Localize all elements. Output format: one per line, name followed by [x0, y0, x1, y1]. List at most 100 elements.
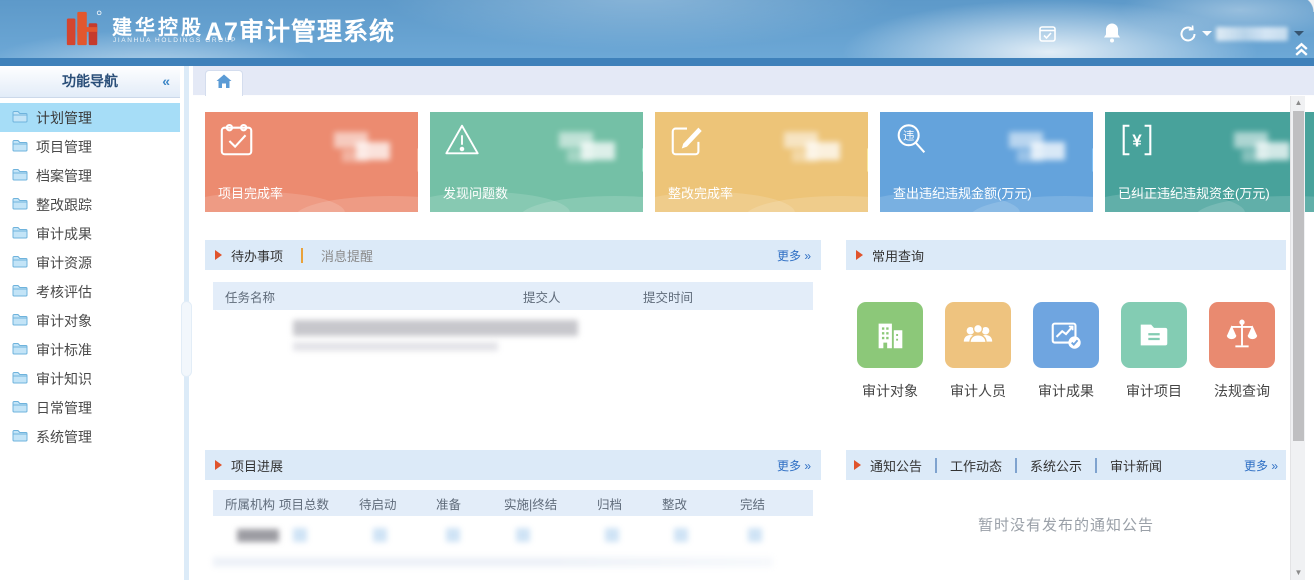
folder-icon: [12, 197, 28, 213]
panel-quick-query: 常用查询 审计对象: [846, 240, 1286, 440]
scroll-down-arrow[interactable]: ▼: [1291, 566, 1306, 580]
folder-icon: [12, 429, 28, 445]
brand-name: 建华控股: [112, 11, 204, 40]
scrollbar-thumb[interactable]: [1293, 111, 1304, 441]
column-submitter: 提交人: [523, 287, 643, 306]
tab-message-alerts[interactable]: 消息提醒: [321, 246, 373, 265]
todo-more-link[interactable]: 更多 »: [777, 247, 811, 264]
redacted-count: [373, 528, 387, 542]
folder-icon: [12, 284, 28, 300]
panel-arrow-icon: [856, 250, 863, 260]
progress-table-header: 所属机构 项目总数 待启动 准备 实施|终结 归档 整改 完结: [213, 490, 813, 516]
folder-icon: [12, 371, 28, 387]
quick-item-audit-objects[interactable]: 审计对象: [857, 302, 923, 401]
page-title: A7审计管理系统: [205, 12, 395, 48]
progress-panel-title: 项目进展: [231, 456, 283, 475]
folder-icon: [12, 168, 28, 184]
table-row[interactable]: [293, 320, 813, 351]
redacted-task-detail: [293, 342, 498, 351]
panel-todo: 待办事项 消息提醒 更多 » 任务名称 提交人 提交时间: [205, 240, 821, 440]
redacted-value: [1234, 128, 1292, 168]
redacted-org: [237, 529, 279, 542]
sidebar-item-label: 计划管理: [36, 108, 92, 128]
divider: [935, 458, 937, 473]
sidebar-item-label: 审计对象: [36, 311, 92, 331]
sidebar-item-6[interactable]: 考核评估: [0, 277, 180, 306]
sidebar-collapse-icon[interactable]: «: [162, 66, 170, 97]
redacted-count: [605, 528, 619, 542]
panel-notice-header: 通知公告 工作动态 系统公示 审计新闻 更多 »: [846, 450, 1286, 480]
sidebar-item-3[interactable]: 整改跟踪: [0, 190, 180, 219]
notice-more-link[interactable]: 更多 »: [1244, 457, 1278, 474]
empty-notice-text: 暂时没有发布的通知公告: [846, 514, 1286, 535]
splitter-drag-handle[interactable]: [181, 301, 192, 377]
progress-more-link[interactable]: 更多 »: [777, 457, 811, 474]
column-total-projects: 项目总数: [279, 494, 359, 513]
kpi-card-corrected-funds[interactable]: ¥ 已纠正违纪违规资金(万元): [1105, 112, 1314, 212]
quick-item-label: 审计人员: [945, 381, 1011, 401]
sidebar-item-11[interactable]: 系统管理: [0, 422, 180, 451]
sidebar-item-2[interactable]: 档案管理: [0, 161, 180, 190]
sidebar-item-label: 日常管理: [36, 398, 92, 418]
redacted-value: [559, 128, 617, 168]
tab-notices[interactable]: 通知公告: [870, 456, 922, 475]
panel-arrow-icon: [215, 250, 222, 260]
tab-system-announcements[interactable]: 系统公示: [1030, 456, 1082, 475]
sidebar: 功能导航 « 计划管理项目管理档案管理整改跟踪审计成果审计资源考核评估审计对象审…: [0, 66, 180, 580]
panel-notices: 通知公告 工作动态 系统公示 审计新闻 更多 » 暂时没有发布的通知公告: [846, 450, 1286, 580]
divider: [1095, 458, 1097, 473]
sidebar-item-0[interactable]: 计划管理: [0, 103, 180, 132]
column-finished: 完结: [740, 494, 800, 513]
tab-work-updates[interactable]: 工作动态: [950, 456, 1002, 475]
tab-audit-news[interactable]: 审计新闻: [1110, 456, 1162, 475]
column-implementing: 实施|终结: [504, 494, 597, 513]
scroll-up-arrow[interactable]: ▲: [1291, 96, 1306, 110]
tab-todo-items[interactable]: 待办事项: [231, 246, 283, 265]
sidebar-item-1[interactable]: 项目管理: [0, 132, 180, 161]
card-arrow: [1092, 148, 1093, 172]
panel-arrow-icon: [854, 460, 861, 470]
panel-project-progress: 项目进展 更多 » 所属机构 项目总数 待启动 准备 实施|终结 归档 整改 完…: [205, 450, 821, 580]
quick-item-audit-staff[interactable]: 审计人员: [945, 302, 1011, 401]
user-name-redacted[interactable]: [1216, 27, 1288, 41]
sidebar-item-8[interactable]: 审计标准: [0, 335, 180, 364]
card-arrow: [867, 148, 868, 172]
kpi-card-project-completion[interactable]: 项目完成率: [205, 112, 418, 212]
sidebar-item-5[interactable]: 审计资源: [0, 248, 180, 277]
collapse-header-icon[interactable]: [1293, 40, 1310, 62]
column-rectifying: 整改: [662, 494, 740, 513]
folder-icon: [12, 255, 28, 271]
quick-item-regulation-search[interactable]: 法规查询: [1209, 302, 1275, 401]
refresh-icon[interactable]: [1178, 24, 1198, 49]
folder-icon: [12, 342, 28, 358]
panel-splitter: [180, 66, 193, 580]
quick-item-audit-results[interactable]: 审计成果: [1033, 302, 1099, 401]
vertical-scrollbar[interactable]: ▲ ▼: [1290, 96, 1305, 580]
folder-icon: [12, 110, 28, 126]
folder-icon: [12, 400, 28, 416]
kpi-card-violation-amount[interactable]: 违 查出违纪违规金额(万元): [880, 112, 1093, 212]
redacted-count: [293, 528, 307, 542]
chart-check-icon: [1033, 302, 1099, 368]
sidebar-item-10[interactable]: 日常管理: [0, 393, 180, 422]
sidebar-item-7[interactable]: 审计对象: [0, 306, 180, 335]
quick-item-label: 审计对象: [857, 381, 923, 401]
redacted-count: [516, 528, 530, 542]
redacted-value: [334, 128, 392, 168]
tasks-icon[interactable]: [1038, 24, 1057, 48]
header-bottom-bar: [0, 58, 1314, 66]
tab-home[interactable]: [205, 70, 243, 96]
sidebar-item-label: 考核评估: [36, 282, 92, 302]
quick-item-audit-projects[interactable]: 审计项目: [1121, 302, 1187, 401]
kpi-card-rectification-completion[interactable]: 整改完成率: [655, 112, 868, 212]
sidebar-item-4[interactable]: 审计成果: [0, 219, 180, 248]
kpi-card-issues-found[interactable]: 发现问题数: [430, 112, 643, 212]
refresh-dropdown-caret[interactable]: [1202, 31, 1212, 41]
redacted-count: [674, 528, 688, 542]
building-icon: [857, 302, 923, 368]
sidebar-item-9[interactable]: 审计知识: [0, 364, 180, 393]
redacted-count: [748, 528, 762, 542]
bell-icon[interactable]: [1103, 22, 1121, 48]
table-row[interactable]: [213, 528, 813, 547]
panel-quick-header: 常用查询: [846, 240, 1286, 270]
